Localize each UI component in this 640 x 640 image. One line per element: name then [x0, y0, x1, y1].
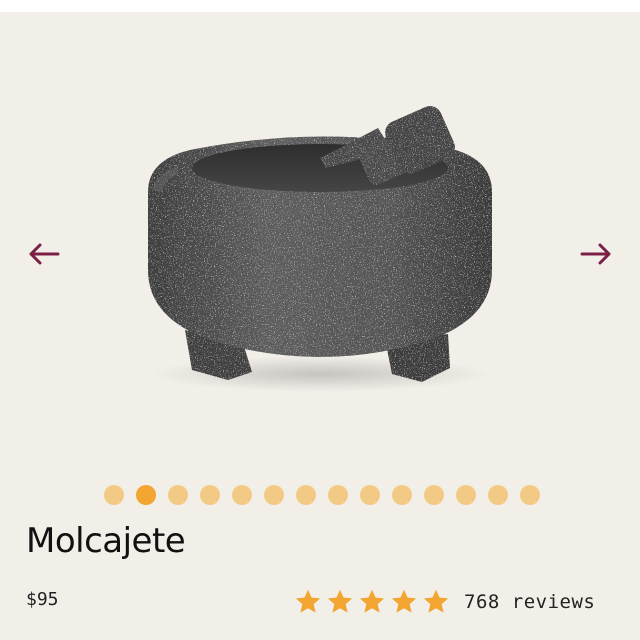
product-image — [148, 106, 492, 392]
carousel-dot-active[interactable] — [136, 485, 156, 505]
carousel-dot[interactable] — [264, 485, 284, 505]
star-icon — [391, 589, 417, 613]
carousel-dot[interactable] — [168, 485, 188, 505]
carousel-pagination — [104, 485, 540, 505]
carousel-dot[interactable] — [520, 485, 540, 505]
carousel-dot[interactable] — [232, 485, 252, 505]
next-slide-button[interactable] — [576, 234, 616, 274]
carousel-dot[interactable] — [456, 485, 476, 505]
star-rating — [294, 588, 450, 616]
carousel-dot[interactable] — [296, 485, 316, 505]
star-icon — [327, 589, 353, 613]
carousel-dot[interactable] — [488, 485, 508, 505]
carousel-dot[interactable] — [200, 485, 220, 505]
carousel-dot[interactable] — [392, 485, 412, 505]
rating-summary[interactable]: 768 reviews — [294, 588, 595, 616]
arrow-left-icon — [29, 243, 60, 265]
carousel-dot[interactable] — [104, 485, 124, 505]
star-icon — [295, 589, 321, 613]
star-icon — [423, 589, 449, 613]
reviews-link[interactable]: 768 reviews — [464, 590, 595, 614]
carousel-dot[interactable] — [360, 485, 380, 505]
image-carousel[interactable] — [0, 12, 640, 482]
product-price: $95 — [26, 589, 59, 610]
prev-slide-button[interactable] — [24, 234, 64, 274]
arrow-right-icon — [580, 243, 611, 265]
product-card: Molcajete $95 768 reviews — [0, 12, 640, 640]
carousel-dot[interactable] — [424, 485, 444, 505]
product-title: Molcajete — [26, 521, 186, 561]
star-icon — [359, 589, 385, 613]
carousel-dot[interactable] — [328, 485, 348, 505]
